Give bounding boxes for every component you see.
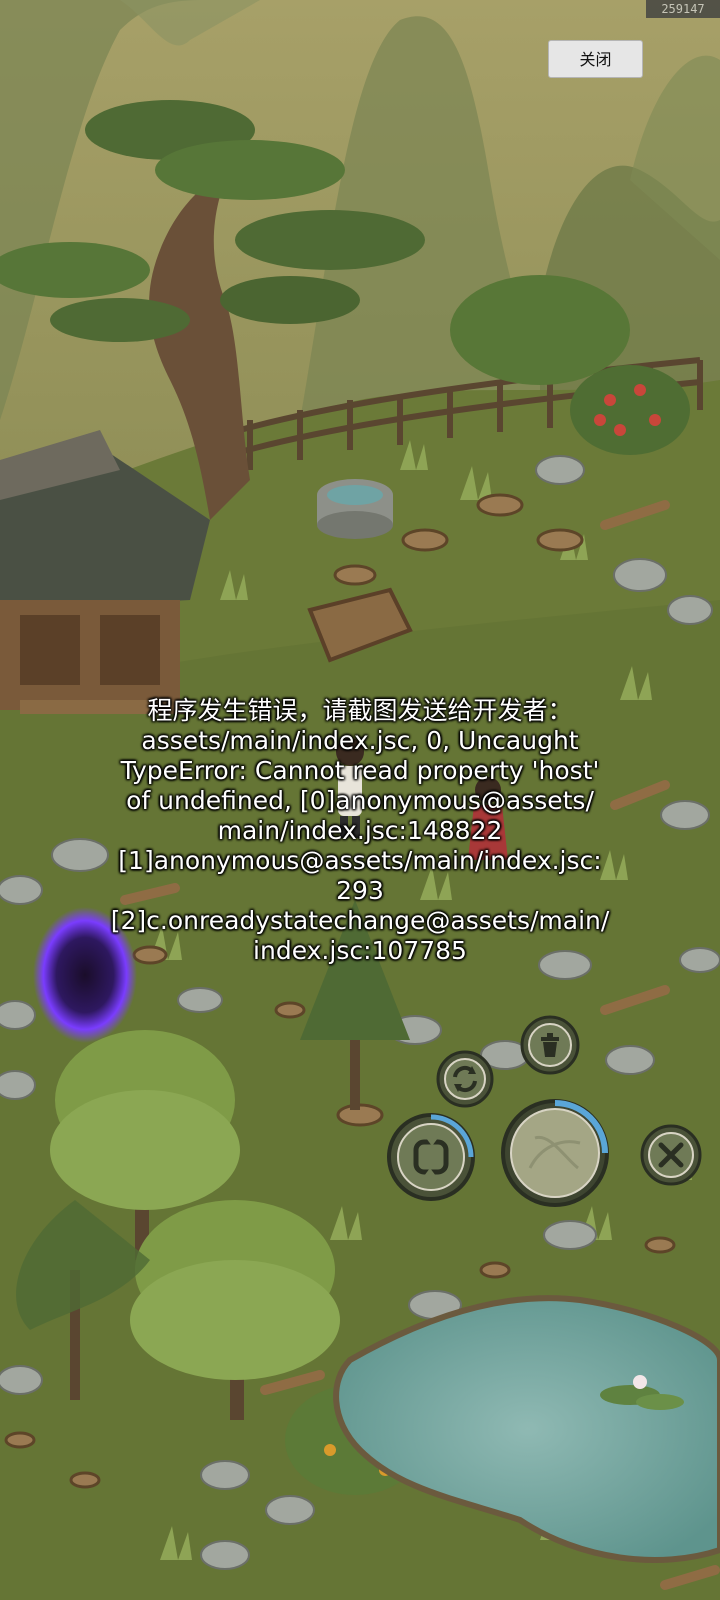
cancel-button[interactable] [640, 1124, 702, 1186]
refresh-icon [436, 1050, 494, 1108]
error-line: [1]anonymous@assets/main/index.jsc: [118, 846, 602, 875]
swap-button[interactable] [386, 1112, 476, 1202]
stone-well [317, 479, 393, 539]
trash-button[interactable] [520, 1015, 580, 1075]
error-message: 程序发生错误，请截图发送给开发者： assets/main/index.jsc,… [90, 696, 630, 966]
error-line: 293 [336, 876, 384, 905]
error-line: of undefined, [0]anonymous@assets/ [126, 786, 594, 815]
action-icon [501, 1099, 609, 1207]
cancel-icon [640, 1124, 702, 1186]
trash-icon [520, 1015, 580, 1075]
error-line: assets/main/index.jsc, 0, Uncaught [141, 726, 579, 755]
error-line: TypeError: Cannot read property 'host' [120, 756, 600, 785]
build-id-label: 259147 [646, 0, 720, 18]
error-line: main/index.jsc:148822 [217, 816, 503, 845]
error-line: 程序发生错误，请截图发送给开发者： [147, 696, 573, 725]
swap-icon [387, 1113, 475, 1201]
action-button[interactable] [500, 1098, 610, 1208]
refresh-button[interactable] [436, 1050, 494, 1108]
close-button[interactable]: 关闭 [548, 40, 643, 78]
error-line: [2]c.onreadystatechange@assets/main/ [110, 906, 610, 935]
error-line: index.jsc:107785 [253, 936, 467, 965]
